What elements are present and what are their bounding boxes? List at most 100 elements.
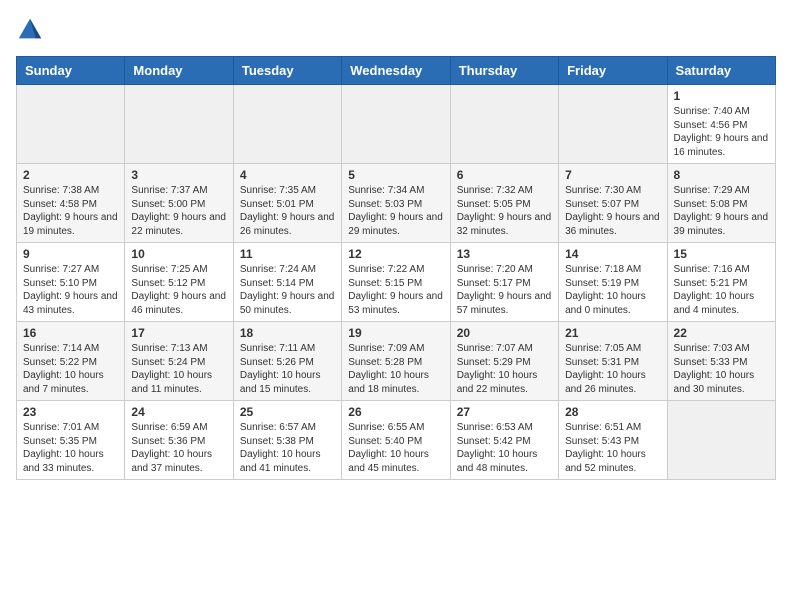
calendar-cell: 14 Sunrise: 7:18 AM Sunset: 5:19 PM Dayli… (559, 243, 667, 322)
calendar-cell: 25 Sunrise: 6:57 AM Sunset: 5:38 PM Dayli… (233, 401, 341, 480)
column-header-tuesday: Tuesday (233, 57, 341, 85)
calendar-cell: 17 Sunrise: 7:13 AM Sunset: 5:24 PM Dayli… (125, 322, 233, 401)
day-info: Sunrise: 6:53 AM Sunset: 5:42 PM Dayligh… (457, 421, 552, 475)
calendar-cell: 24 Sunrise: 6:59 AM Sunset: 5:36 PM Dayli… (125, 401, 233, 480)
day-info: Sunrise: 7:29 AM Sunset: 5:08 PM Dayligh… (674, 184, 769, 238)
calendar-cell (559, 85, 667, 164)
calendar-cell: 6Sunrise: 7:32 AM Sunset: 5:05 PM Daylig… (450, 164, 558, 243)
logo-icon (16, 16, 44, 44)
calendar-cell: 28 Sunrise: 6:51 AM Sunset: 5:43 PM Dayli… (559, 401, 667, 480)
day-number: 21 (565, 326, 660, 340)
day-info: Sunrise: 7:03 AM Sunset: 5:33 PM Dayligh… (674, 342, 769, 396)
day-number: 25 (240, 405, 335, 419)
day-number: 3 (131, 168, 226, 182)
day-number: 4 (240, 168, 335, 182)
column-header-saturday: Saturday (667, 57, 775, 85)
day-info: Sunrise: 7:22 AM Sunset: 5:15 PM Dayligh… (348, 263, 443, 317)
column-header-friday: Friday (559, 57, 667, 85)
day-number: 9 (23, 247, 118, 261)
day-number: 7 (565, 168, 660, 182)
day-info: Sunrise: 7:18 AM Sunset: 5:19 PM Dayligh… (565, 263, 660, 317)
day-info: Sunrise: 7:20 AM Sunset: 5:17 PM Dayligh… (457, 263, 552, 317)
day-info: Sunrise: 7:01 AM Sunset: 5:35 PM Dayligh… (23, 421, 118, 475)
day-number: 14 (565, 247, 660, 261)
day-number: 18 (240, 326, 335, 340)
day-number: 22 (674, 326, 769, 340)
calendar-cell: 23 Sunrise: 7:01 AM Sunset: 5:35 PM Dayli… (17, 401, 125, 480)
day-number: 26 (348, 405, 443, 419)
calendar-cell: 4 Sunrise: 7:35 AM Sunset: 5:01 PM Daylig… (233, 164, 341, 243)
calendar-cell: 16Sunrise: 7:14 AM Sunset: 5:22 PM Dayli… (17, 322, 125, 401)
day-info: Sunrise: 6:57 AM Sunset: 5:38 PM Dayligh… (240, 421, 335, 475)
calendar-cell: 13 Sunrise: 7:20 AM Sunset: 5:17 PM Dayli… (450, 243, 558, 322)
day-number: 2 (23, 168, 118, 182)
calendar-cell: 3 Sunrise: 7:37 AM Sunset: 5:00 PM Daylig… (125, 164, 233, 243)
day-info: Sunrise: 7:27 AM Sunset: 5:10 PM Dayligh… (23, 263, 118, 317)
page-header (16, 16, 776, 44)
day-info: Sunrise: 7:40 AM Sunset: 4:56 PM Dayligh… (674, 105, 769, 159)
day-number: 19 (348, 326, 443, 340)
day-number: 27 (457, 405, 552, 419)
day-number: 8 (674, 168, 769, 182)
day-number: 15 (674, 247, 769, 261)
calendar-week-row: 9 Sunrise: 7:27 AM Sunset: 5:10 PM Daylig… (17, 243, 776, 322)
day-info: Sunrise: 7:13 AM Sunset: 5:24 PM Dayligh… (131, 342, 226, 396)
day-number: 11 (240, 247, 335, 261)
day-info: Sunrise: 6:59 AM Sunset: 5:36 PM Dayligh… (131, 421, 226, 475)
calendar-cell (342, 85, 450, 164)
column-header-sunday: Sunday (17, 57, 125, 85)
calendar-cell (125, 85, 233, 164)
logo (16, 16, 48, 44)
day-info: Sunrise: 7:37 AM Sunset: 5:00 PM Dayligh… (131, 184, 226, 238)
day-info: Sunrise: 6:51 AM Sunset: 5:43 PM Dayligh… (565, 421, 660, 475)
day-number: 1 (674, 89, 769, 103)
day-info: Sunrise: 7:30 AM Sunset: 5:07 PM Dayligh… (565, 184, 660, 238)
calendar-cell: 5Sunrise: 7:34 AM Sunset: 5:03 PM Daylig… (342, 164, 450, 243)
calendar-cell: 10Sunrise: 7:25 AM Sunset: 5:12 PM Dayli… (125, 243, 233, 322)
day-number: 6 (457, 168, 552, 182)
calendar-cell (233, 85, 341, 164)
calendar-cell: 9 Sunrise: 7:27 AM Sunset: 5:10 PM Daylig… (17, 243, 125, 322)
calendar-cell: 27 Sunrise: 6:53 AM Sunset: 5:42 PM Dayli… (450, 401, 558, 480)
day-number: 16 (23, 326, 118, 340)
column-header-wednesday: Wednesday (342, 57, 450, 85)
calendar-cell: 22 Sunrise: 7:03 AM Sunset: 5:33 PM Dayli… (667, 322, 775, 401)
calendar-cell: 7 Sunrise: 7:30 AM Sunset: 5:07 PM Daylig… (559, 164, 667, 243)
column-header-monday: Monday (125, 57, 233, 85)
day-info: Sunrise: 7:09 AM Sunset: 5:28 PM Dayligh… (348, 342, 443, 396)
day-info: Sunrise: 7:38 AM Sunset: 4:58 PM Dayligh… (23, 184, 118, 238)
day-info: Sunrise: 7:05 AM Sunset: 5:31 PM Dayligh… (565, 342, 660, 396)
calendar-cell: 12 Sunrise: 7:22 AM Sunset: 5:15 PM Dayli… (342, 243, 450, 322)
calendar-cell: 15 Sunrise: 7:16 AM Sunset: 5:21 PM Dayli… (667, 243, 775, 322)
day-number: 10 (131, 247, 226, 261)
day-info: Sunrise: 7:07 AM Sunset: 5:29 PM Dayligh… (457, 342, 552, 396)
calendar-week-row: 1 Sunrise: 7:40 AM Sunset: 4:56 PM Daylig… (17, 85, 776, 164)
day-number: 17 (131, 326, 226, 340)
day-info: Sunrise: 6:55 AM Sunset: 5:40 PM Dayligh… (348, 421, 443, 475)
calendar-cell: 21 Sunrise: 7:05 AM Sunset: 5:31 PM Dayli… (559, 322, 667, 401)
calendar-cell (667, 401, 775, 480)
calendar-cell: 8 Sunrise: 7:29 AM Sunset: 5:08 PM Daylig… (667, 164, 775, 243)
day-number: 5 (348, 168, 443, 182)
day-number: 20 (457, 326, 552, 340)
column-header-thursday: Thursday (450, 57, 558, 85)
day-info: Sunrise: 7:24 AM Sunset: 5:14 PM Dayligh… (240, 263, 335, 317)
calendar-cell: 1 Sunrise: 7:40 AM Sunset: 4:56 PM Daylig… (667, 85, 775, 164)
day-info: Sunrise: 7:16 AM Sunset: 5:21 PM Dayligh… (674, 263, 769, 317)
day-number: 12 (348, 247, 443, 261)
day-number: 13 (457, 247, 552, 261)
calendar-cell: 2 Sunrise: 7:38 AM Sunset: 4:58 PM Daylig… (17, 164, 125, 243)
day-number: 28 (565, 405, 660, 419)
calendar-header-row: SundayMondayTuesdayWednesdayThursdayFrid… (17, 57, 776, 85)
day-info: Sunrise: 7:11 AM Sunset: 5:26 PM Dayligh… (240, 342, 335, 396)
calendar-table: SundayMondayTuesdayWednesdayThursdayFrid… (16, 56, 776, 480)
day-number: 24 (131, 405, 226, 419)
calendar-week-row: 23 Sunrise: 7:01 AM Sunset: 5:35 PM Dayli… (17, 401, 776, 480)
calendar-cell: 19 Sunrise: 7:09 AM Sunset: 5:28 PM Dayli… (342, 322, 450, 401)
calendar-cell: 26 Sunrise: 6:55 AM Sunset: 5:40 PM Dayli… (342, 401, 450, 480)
calendar-cell: 11 Sunrise: 7:24 AM Sunset: 5:14 PM Dayli… (233, 243, 341, 322)
calendar-cell (450, 85, 558, 164)
day-info: Sunrise: 7:35 AM Sunset: 5:01 PM Dayligh… (240, 184, 335, 238)
calendar-week-row: 2 Sunrise: 7:38 AM Sunset: 4:58 PM Daylig… (17, 164, 776, 243)
day-number: 23 (23, 405, 118, 419)
